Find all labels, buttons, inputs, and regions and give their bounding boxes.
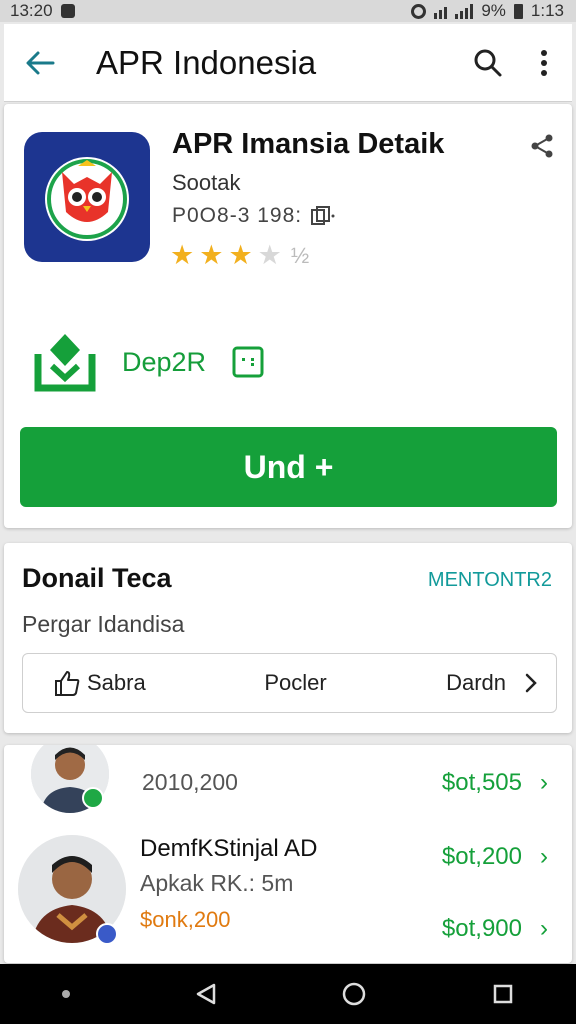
tab-pocler[interactable]: Pocler bbox=[209, 670, 383, 696]
star-icon: ★ bbox=[228, 240, 253, 270]
list-item-price: $ot,505 › bbox=[442, 769, 548, 797]
info-box-icon[interactable] bbox=[232, 346, 264, 378]
share-icon bbox=[531, 134, 553, 158]
chevron-right-icon: › bbox=[540, 769, 548, 796]
search-button[interactable] bbox=[460, 24, 516, 102]
tab-label: Dardn bbox=[446, 670, 507, 695]
arrow-left-icon bbox=[26, 51, 55, 74]
share-button[interactable] bbox=[528, 132, 556, 165]
tab-label: Pocler bbox=[264, 670, 327, 695]
nav-dot-icon bbox=[62, 990, 71, 998]
download-icon bbox=[34, 334, 96, 392]
app-name: APR Imansia Detaik bbox=[172, 128, 445, 160]
app-bar: APR Indonesia bbox=[4, 24, 572, 102]
signal-icon bbox=[455, 3, 474, 19]
status-bar: 13:20 9% 1:13 bbox=[0, 0, 576, 22]
status-time-right: 1:13 bbox=[530, 1, 564, 20]
price-text: $ot,900 bbox=[441, 915, 522, 942]
battery-icon bbox=[513, 3, 523, 19]
wifi-icon bbox=[434, 4, 448, 19]
details-link[interactable]: MENTONTR2 bbox=[428, 569, 552, 592]
copy-icon bbox=[310, 206, 335, 226]
recents-square-icon[interactable] bbox=[492, 983, 514, 1005]
app-header-card: APR Imansia Detaik Sootak P0O8-3 198: ★ … bbox=[4, 104, 572, 528]
list-item-price: $ot,200 › bbox=[442, 843, 548, 871]
more-options-button[interactable] bbox=[516, 24, 572, 102]
tab-label: Sabra bbox=[87, 670, 146, 695]
app-developer: Sootak bbox=[172, 170, 241, 195]
details-tabs: Sabra Pocler Dardn bbox=[22, 653, 557, 713]
list-item-price-secondary: $ot,900 › bbox=[442, 915, 548, 943]
status-time: 13:20 bbox=[10, 1, 53, 20]
download-label: Dep2R bbox=[122, 346, 207, 377]
list-item-name: DemfKStinjal AD bbox=[140, 835, 318, 862]
notification-icon bbox=[60, 4, 75, 18]
install-button[interactable]: Und + bbox=[20, 427, 557, 507]
list-item-amount: $onk,200 bbox=[140, 907, 231, 932]
owl-logo-icon bbox=[45, 157, 129, 241]
chevron-right-icon bbox=[525, 673, 537, 693]
tab-dardn[interactable]: Dardn bbox=[382, 670, 556, 696]
list-item-sub: Apkak RK.: 5m bbox=[140, 870, 294, 896]
list-item[interactable]: DemfKStinjal AD Apkak RK.: 5m $onk,200 $… bbox=[4, 825, 572, 963]
list-card: 2010,200 $ot,505 › DemfKStinjal AD Apkak… bbox=[4, 745, 572, 963]
search-icon bbox=[474, 49, 502, 76]
list-item[interactable]: 2010,200 $ot,505 › bbox=[4, 745, 572, 825]
system-nav-bar bbox=[0, 964, 576, 1024]
thumbs-up-icon bbox=[55, 671, 80, 696]
price-text: $ot,200 bbox=[441, 843, 522, 870]
list-item-text: 2010,200 bbox=[142, 769, 238, 795]
star-icon: ★ bbox=[199, 240, 224, 270]
home-circle-icon[interactable] bbox=[341, 981, 367, 1007]
star-icon: ★ bbox=[170, 240, 195, 270]
back-triangle-icon[interactable] bbox=[195, 982, 217, 1006]
verified-badge-icon bbox=[82, 787, 104, 809]
download-row: Dep2R bbox=[34, 332, 264, 392]
chevron-right-icon: › bbox=[540, 915, 548, 942]
back-button[interactable] bbox=[4, 24, 76, 102]
star-empty-icon: ★ bbox=[257, 240, 282, 270]
details-title: Donail Teca bbox=[22, 563, 172, 593]
app-meta: P0O8-3 198: bbox=[172, 204, 335, 228]
tab-sabra[interactable]: Sabra bbox=[23, 669, 209, 697]
app-icon bbox=[24, 132, 150, 262]
chevron-right-icon: › bbox=[540, 843, 548, 870]
app-badge-icon bbox=[96, 923, 118, 945]
price-text: $ot,505 bbox=[441, 769, 522, 796]
more-vertical-icon bbox=[541, 49, 547, 76]
alarm-icon bbox=[411, 3, 427, 19]
details-card: Donail Teca MENTONTR2 Pergar Idandisa Sa… bbox=[4, 543, 572, 733]
page-title: APR Indonesia bbox=[96, 43, 317, 81]
star-rating: ★ ★ ★ ★ ½ bbox=[170, 242, 309, 269]
details-subtitle: Pergar Idandisa bbox=[22, 611, 185, 637]
battery-percent: 9% bbox=[481, 1, 506, 20]
app-meta-text: P0O8-3 198: bbox=[172, 204, 303, 227]
rating-value: ½ bbox=[290, 243, 310, 268]
